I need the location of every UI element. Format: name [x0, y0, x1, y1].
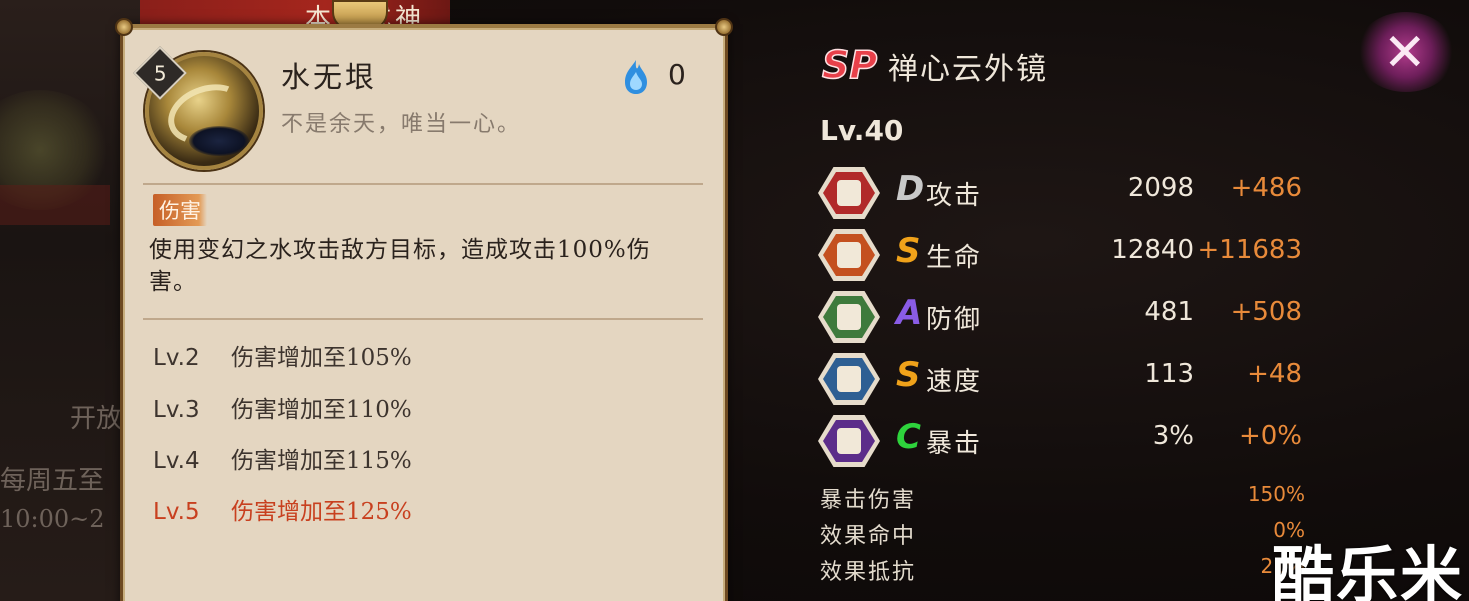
stat-base-value: 12840: [1111, 235, 1194, 265]
substat-label: 效果抵抗: [820, 560, 917, 585]
skill-name: 水无垠: [281, 60, 378, 94]
card-corner-ornament: [115, 18, 133, 36]
divider: [143, 318, 703, 320]
card-corner-ornament: [715, 18, 733, 36]
substat-row-effect-resist: 效果抵抗 21%: [820, 554, 1305, 585]
stat-label: 攻击: [926, 181, 983, 211]
stat-label: 生命: [926, 243, 983, 273]
skill-description: 使用变幻之水攻击敌方目标，造成攻击100%伤害。: [149, 237, 651, 295]
stat-bonus-value: +486: [1230, 173, 1302, 203]
stat-grade: C: [896, 417, 921, 457]
skill-type-tag: 伤害: [153, 194, 207, 226]
shikigami-level: Lv.40: [820, 114, 904, 147]
stat-bonus-value: +11683: [1197, 235, 1303, 265]
substat-label: 效果命中: [820, 524, 917, 549]
skill-level-row: Lv.4 伤害增加至115%: [153, 441, 412, 475]
background-text-time: 10:00~2: [0, 505, 105, 533]
stat-grade: D: [896, 169, 925, 209]
stat-row-speed: S 速度 113 +48: [818, 351, 1318, 405]
skill-level-effect: 伤害增加至110%: [231, 397, 412, 423]
crit-icon: [818, 415, 880, 467]
shikigami-name: 禅心云外镜: [888, 52, 1048, 87]
stat-grade: A: [896, 293, 923, 333]
close-button[interactable]: ✕: [1356, 12, 1456, 92]
divider: [143, 183, 703, 185]
skill-level-number: Lv.2: [153, 345, 200, 371]
skill-level-number: Lv.3: [153, 397, 200, 423]
close-icon: ✕: [1383, 23, 1427, 83]
svg-text:SP: SP: [822, 43, 877, 86]
stat-base-value: 481: [1144, 297, 1194, 327]
skill-level-row: Lv.3 伤害增加至110%: [153, 390, 412, 424]
stat-label: 暴击: [926, 429, 983, 459]
stat-row-attack: D 攻击 2098 +486: [818, 165, 1318, 219]
stat-bonus-value: +48: [1247, 359, 1302, 389]
stat-base-value: 113: [1144, 359, 1194, 389]
substat-value: 150%: [1247, 482, 1305, 506]
stat-base-value: 2098: [1127, 173, 1194, 203]
stat-label: 防御: [926, 305, 983, 335]
substat-label: 暴击伤害: [820, 488, 917, 513]
stat-label: 速度: [926, 367, 983, 397]
onibi-orb-icon: [625, 60, 647, 94]
defense-icon: [818, 291, 880, 343]
skill-level-effect: 伤害增加至115%: [231, 448, 412, 474]
background-text-weekday: 每周五至: [0, 466, 105, 496]
skill-detail-card: 5 水无垠 不是余天，唯当一心。 0 伤害 使用变幻之水攻击敌方目标，造成攻击1…: [115, 18, 733, 601]
background-red-strip: [0, 185, 110, 225]
stat-row-defense: A 防御 481 +508: [818, 289, 1318, 343]
onibi-cost: 0: [668, 58, 686, 91]
skill-level-row-current: Lv.5 伤害增加至125%: [153, 492, 412, 526]
stat-grade: S: [896, 355, 921, 395]
substat-row-crit-damage: 暴击伤害 150%: [820, 482, 1305, 513]
stat-row-crit: C 暴击 3% +0%: [818, 413, 1318, 467]
stat-bonus-value: +508: [1230, 297, 1302, 327]
skill-level-effect: 伤害增加至125%: [231, 499, 412, 525]
health-icon: [818, 229, 880, 281]
skill-level-number: Lv.5: [153, 499, 200, 525]
stat-base-value: 3%: [1152, 421, 1194, 451]
sp-rarity-icon: SP: [821, 42, 878, 86]
skill-level-row: Lv.2 伤害增加至105%: [153, 338, 412, 372]
stat-grade: S: [896, 231, 921, 271]
attack-icon: [818, 167, 880, 219]
skill-level-value: 5: [153, 60, 167, 85]
background-text-open: 开放: [70, 404, 123, 434]
skill-quote: 不是余天，唯当一心。: [281, 112, 522, 137]
substat-row-effect-hit: 效果命中 0%: [820, 518, 1305, 549]
speed-icon: [818, 353, 880, 405]
stat-row-health: S 生命 12840 +11683: [818, 227, 1318, 281]
stat-bonus-value: +0%: [1238, 421, 1302, 451]
watermark-logo: 酷乐米: [1272, 539, 1465, 601]
skill-level-effect: 伤害增加至105%: [231, 345, 412, 371]
skill-level-number: Lv.4: [153, 448, 200, 474]
